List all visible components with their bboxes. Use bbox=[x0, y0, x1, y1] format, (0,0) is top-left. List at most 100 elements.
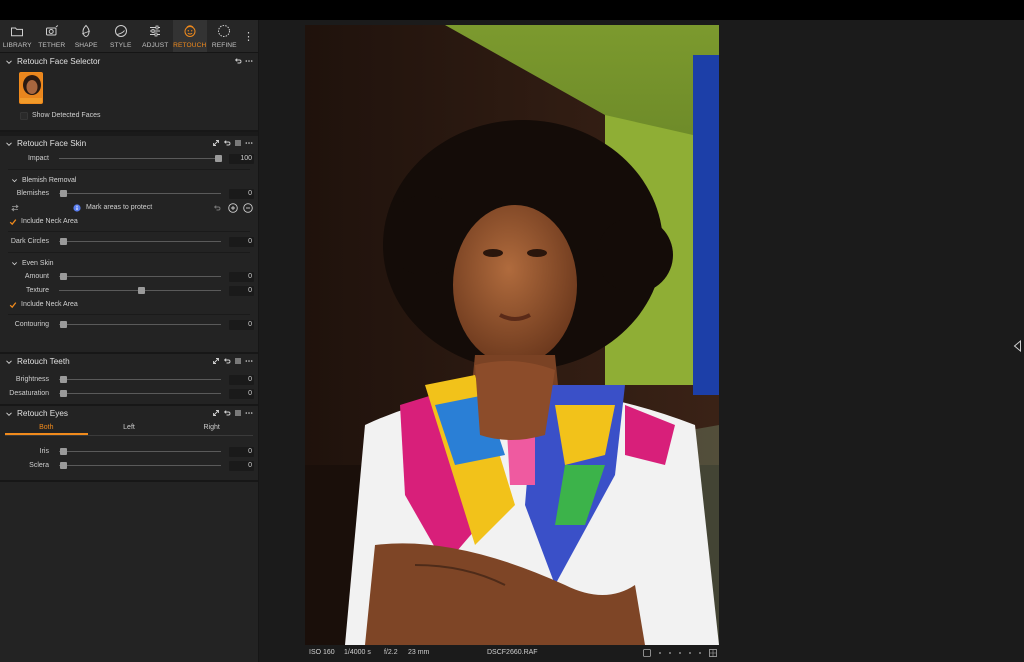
desaturation-slider[interactable] bbox=[59, 390, 221, 397]
face-selector-header[interactable]: Retouch Face Selector bbox=[0, 54, 258, 69]
panel-title: Retouch Face Selector bbox=[17, 57, 101, 66]
sclera-slider-handle[interactable] bbox=[60, 462, 67, 469]
desaturation-value[interactable]: 0 bbox=[229, 389, 254, 399]
more-icon[interactable] bbox=[245, 357, 253, 365]
protect-row: Mark areas to protect bbox=[0, 201, 258, 215]
amount-slider[interactable] bbox=[59, 273, 221, 280]
chevron-down-icon bbox=[12, 261, 17, 265]
blemish-removal-title: Blemish Removal bbox=[22, 176, 77, 184]
tab-label: REFINE bbox=[211, 42, 237, 49]
even-skin-title: Even Skin bbox=[22, 259, 54, 267]
impact-label: Impact bbox=[27, 155, 49, 162]
rating-box-icon[interactable] bbox=[643, 649, 651, 657]
tab-right[interactable]: Right bbox=[170, 422, 253, 435]
more-tools-button[interactable]: ⋮ bbox=[242, 20, 256, 52]
even-skin-header[interactable]: Even Skin bbox=[0, 256, 258, 270]
iris-slider[interactable] bbox=[59, 448, 221, 455]
collapse-panel-icon[interactable] bbox=[1013, 340, 1022, 352]
impact-slider-handle[interactable] bbox=[215, 155, 222, 162]
chevron-down-icon bbox=[12, 178, 17, 182]
tab-refine[interactable]: REFINE bbox=[207, 20, 242, 52]
reset-icon[interactable] bbox=[223, 409, 231, 417]
iris-label: Iris bbox=[39, 448, 49, 455]
texture-slider-handle[interactable] bbox=[137, 287, 145, 294]
more-icon[interactable] bbox=[245, 57, 253, 65]
more-icon[interactable] bbox=[245, 139, 253, 147]
swap-icon[interactable] bbox=[11, 204, 19, 212]
texture-slider[interactable] bbox=[59, 287, 221, 294]
aperture-value: f/2.2 bbox=[384, 649, 398, 656]
tab-left[interactable]: Left bbox=[88, 422, 171, 435]
sclera-slider[interactable] bbox=[59, 462, 221, 469]
desaturation-slider-handle[interactable] bbox=[60, 390, 67, 397]
iris-value[interactable]: 0 bbox=[229, 447, 254, 457]
list-icon[interactable] bbox=[234, 139, 242, 147]
shutter-value: 1/4000 s bbox=[344, 649, 371, 656]
tab-both[interactable]: Both bbox=[5, 422, 88, 435]
reset-icon[interactable] bbox=[234, 57, 242, 65]
impact-slider-row: Impact 100 bbox=[0, 152, 258, 166]
tool-tabs: LIBRARY TETHER SHAPE STYLE ADJUST RETOUC… bbox=[0, 20, 258, 53]
tab-library[interactable]: LIBRARY bbox=[0, 20, 35, 52]
contouring-slider-handle[interactable] bbox=[60, 321, 67, 328]
impact-slider[interactable] bbox=[59, 155, 222, 162]
sclera-value[interactable]: 0 bbox=[229, 461, 254, 471]
eyes-header[interactable]: Retouch Eyes bbox=[0, 406, 258, 421]
color-tag-icon[interactable] bbox=[709, 649, 717, 657]
list-icon[interactable] bbox=[234, 357, 242, 365]
face-skin-header[interactable]: Retouch Face Skin bbox=[0, 136, 258, 151]
contouring-value[interactable]: 0 bbox=[229, 320, 254, 330]
more-icon[interactable] bbox=[245, 409, 253, 417]
tab-label: RETOUCH bbox=[173, 42, 207, 49]
brush-erase-icon[interactable] bbox=[243, 203, 253, 213]
brush-add-icon[interactable] bbox=[228, 203, 238, 213]
reset-icon[interactable] bbox=[223, 139, 231, 147]
show-faces-checkbox-row[interactable]: Show Detected Faces bbox=[11, 109, 100, 122]
iris-slider-handle[interactable] bbox=[60, 448, 67, 455]
iso-value: ISO 160 bbox=[309, 649, 335, 656]
blemish-neck-checkbox-row[interactable]: Include Neck Area bbox=[0, 215, 258, 228]
face-thumbnail[interactable] bbox=[19, 72, 43, 104]
texture-value[interactable]: 0 bbox=[229, 286, 254, 296]
amount-value[interactable]: 0 bbox=[229, 272, 254, 282]
brightness-value[interactable]: 0 bbox=[229, 375, 254, 385]
tab-tether[interactable]: TETHER bbox=[35, 20, 70, 52]
tab-adjust[interactable]: ADJUST bbox=[138, 20, 173, 52]
star-rating-dots[interactable] bbox=[657, 649, 707, 657]
face-thumbnail-image bbox=[20, 73, 42, 103]
dark-circles-slider-handle[interactable] bbox=[60, 238, 67, 245]
expand-icon[interactable] bbox=[212, 409, 220, 417]
list-icon[interactable] bbox=[234, 409, 242, 417]
undo-icon[interactable] bbox=[213, 204, 221, 212]
tab-label: TETHER bbox=[38, 42, 66, 49]
reset-icon[interactable] bbox=[223, 357, 231, 365]
expand-icon[interactable] bbox=[212, 357, 220, 365]
impact-value[interactable]: 100 bbox=[229, 154, 254, 164]
blemishes-slider[interactable] bbox=[59, 190, 221, 197]
checkmark-icon[interactable] bbox=[9, 218, 17, 226]
checkmark-icon[interactable] bbox=[9, 301, 17, 309]
chevron-down-icon bbox=[6, 359, 12, 364]
portrait-photo[interactable] bbox=[305, 25, 719, 645]
focal-length-value: 23 mm bbox=[408, 649, 430, 656]
protect-label: Mark areas to protect bbox=[86, 204, 153, 211]
brightness-slider-handle[interactable] bbox=[60, 376, 67, 383]
brightness-slider[interactable] bbox=[59, 376, 221, 383]
tab-shape[interactable]: SHAPE bbox=[69, 20, 104, 52]
blemishes-slider-handle[interactable] bbox=[60, 190, 67, 197]
dark-circles-slider[interactable] bbox=[59, 238, 221, 245]
expand-icon[interactable] bbox=[212, 139, 220, 147]
desaturation-slider-row: Desaturation 0 bbox=[0, 387, 258, 401]
tab-style[interactable]: STYLE bbox=[104, 20, 139, 52]
teeth-header[interactable]: Retouch Teeth bbox=[0, 354, 258, 369]
eyes-panel: Retouch Eyes Both Left Right Iris 0 Scle… bbox=[0, 406, 258, 482]
blemishes-value[interactable]: 0 bbox=[229, 189, 254, 199]
amount-slider-handle[interactable] bbox=[60, 273, 67, 280]
blemish-removal-header[interactable]: Blemish Removal bbox=[0, 173, 258, 187]
contouring-slider[interactable] bbox=[59, 321, 221, 328]
dark-circles-value[interactable]: 0 bbox=[229, 237, 254, 247]
even-skin-neck-checkbox-row[interactable]: Include Neck Area bbox=[0, 298, 258, 311]
checkbox-icon[interactable] bbox=[20, 111, 28, 120]
tab-retouch[interactable]: RETOUCH bbox=[172, 20, 207, 52]
teeth-panel: Retouch Teeth Brightness 0 Desaturation … bbox=[0, 354, 258, 406]
